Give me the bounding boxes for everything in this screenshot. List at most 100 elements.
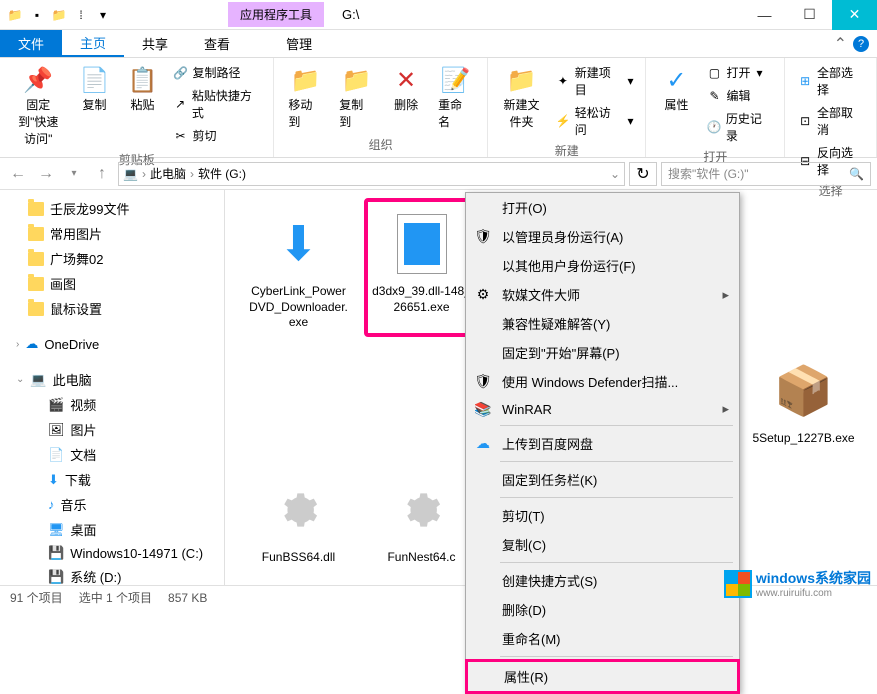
windows-logo-icon <box>724 570 752 598</box>
breadcrumb-dropdown-icon[interactable]: ⌄ <box>610 167 620 181</box>
ctx-open[interactable]: 打开(O) <box>466 193 739 222</box>
ctx-properties[interactable]: 属性(R) <box>465 659 740 694</box>
back-button[interactable]: ← <box>6 162 30 186</box>
paste-shortcut-button[interactable]: ↗粘贴快捷方式 <box>168 85 265 123</box>
ribbon-collapse-icon[interactable]: ⌃ <box>834 34 847 54</box>
select-none-button[interactable]: ⊡全部取消 <box>793 102 868 140</box>
help-icon[interactable]: ? <box>853 36 869 52</box>
cut-button[interactable]: ✂剪切 <box>168 125 265 146</box>
contextual-tab-label: 应用程序工具 <box>228 2 324 27</box>
sidebar-documents[interactable]: 📄文档 <box>0 442 224 467</box>
watermark-name: windows系统家园 <box>756 568 871 588</box>
ctx-copy[interactable]: 复制(C) <box>466 530 739 559</box>
file-item[interactable]: FunBSS64.dll <box>241 464 356 572</box>
new-item-button[interactable]: ✦新建项目▾ <box>551 62 637 100</box>
sidebar: 壬辰龙99文件 常用图片 广场舞02 画图 鼠标设置 ›☁OneDrive ⌄💻… <box>0 190 225 585</box>
breadcrumb[interactable]: 💻 › 此电脑 › 软件 (G:) ⌄ <box>118 162 625 186</box>
ctx-separator <box>500 497 733 498</box>
close-button[interactable]: ✕ <box>832 0 877 30</box>
history-icon: 🕐 <box>706 119 721 135</box>
sidebar-drive-c[interactable]: 💾Windows10-14971 (C:) <box>0 542 224 564</box>
breadcrumb-current[interactable]: 软件 (G:) <box>198 165 246 182</box>
status-size: 857 KB <box>168 591 207 605</box>
file-label: CyberLink_PowerDVD_Downloader.exe <box>247 284 350 331</box>
sidebar-onedrive[interactable]: ›☁OneDrive <box>0 333 224 355</box>
sidebar-folder[interactable]: 鼠标设置 <box>0 296 224 321</box>
sidebar-folder[interactable]: 壬辰龙99文件 <box>0 196 224 221</box>
up-button[interactable]: ↑ <box>90 162 114 186</box>
sidebar-pictures[interactable]: 🖼图片 <box>0 417 224 442</box>
select-all-button[interactable]: ⊞全部选择 <box>793 62 868 100</box>
new-item-icon: ✦ <box>555 73 571 89</box>
copy-button[interactable]: 📄 复制 <box>72 62 116 115</box>
new-folder-button[interactable]: 📁 新建文件夹 <box>496 62 547 132</box>
rename-button[interactable]: 📝 重命名 <box>432 62 479 132</box>
chevron-icon: › <box>16 339 19 350</box>
ctx-cut[interactable]: 剪切(T) <box>466 501 739 530</box>
ctx-shortcut[interactable]: 创建快捷方式(S) <box>466 566 739 595</box>
app-icon: 📁 <box>6 6 24 24</box>
sidebar-folder[interactable]: 画图 <box>0 271 224 296</box>
file-item[interactable]: 📦 5Setup_1227B.exe <box>746 345 861 453</box>
tab-home[interactable]: 主页 <box>62 30 124 57</box>
ctx-rename[interactable]: 重命名(M) <box>466 624 739 653</box>
history-button[interactable]: 🕐历史记录 <box>702 108 776 146</box>
copy-path-button[interactable]: 🔗复制路径 <box>168 62 265 83</box>
desktop-icon: 🖥 <box>48 522 65 538</box>
sidebar-drive-d[interactable]: 💾系统 (D:) <box>0 564 224 585</box>
move-to-button[interactable]: 📁 移动到 <box>282 62 329 132</box>
file-item[interactable]: FunNest64.c <box>364 464 479 572</box>
copy-to-button[interactable]: 📁 复制到 <box>333 62 380 132</box>
sidebar-this-pc[interactable]: ⌄💻此电脑 <box>0 367 224 392</box>
file-item[interactable]: ⬇ CyberLink_PowerDVD_Downloader.exe <box>241 198 356 337</box>
pc-icon: 💻 <box>123 167 138 181</box>
submenu-arrow-icon: ▸ <box>722 401 729 417</box>
tab-file[interactable]: 文件 <box>0 30 62 57</box>
tab-manage[interactable]: 管理 <box>268 30 330 57</box>
ctx-winrar[interactable]: 📚WinRAR▸ <box>466 396 739 422</box>
qa-dropdown[interactable]: ▾ <box>94 6 112 24</box>
delete-button[interactable]: ✕ 删除 <box>384 62 428 115</box>
group-organize-label: 组织 <box>282 134 479 153</box>
sidebar-desktop[interactable]: 🖥桌面 <box>0 517 224 542</box>
ctx-defender[interactable]: 🛡使用 Windows Defender扫描... <box>466 367 739 396</box>
file-item-selected[interactable]: d3dx9_39.dll-148_26651.exe <box>364 198 479 337</box>
maximize-button[interactable]: ☐ <box>787 0 832 30</box>
sidebar-folder[interactable]: 常用图片 <box>0 221 224 246</box>
edit-button[interactable]: ✎编辑 <box>702 85 776 106</box>
qa-icon-2[interactable]: 📁 <box>50 6 68 24</box>
search-icon[interactable]: 🔍 <box>849 167 864 181</box>
ctx-compat[interactable]: 兼容性疑难解答(Y) <box>466 309 739 338</box>
tab-share[interactable]: 共享 <box>124 30 186 57</box>
sidebar-downloads[interactable]: ⬇下载 <box>0 467 224 492</box>
search-input[interactable]: 搜索"软件 (G:)" 🔍 <box>661 162 871 186</box>
properties-icon: ✓ <box>660 64 692 96</box>
sidebar-video[interactable]: 🎬视频 <box>0 392 224 417</box>
box-icon: 📦 <box>764 351 844 431</box>
ctx-baidu[interactable]: ☁上传到百度网盘 <box>466 429 739 458</box>
file-label: d3dx9_39.dll-148_26651.exe <box>370 284 473 315</box>
forward-button[interactable]: → <box>34 162 58 186</box>
sidebar-folder[interactable]: 广场舞02 <box>0 246 224 271</box>
breadcrumb-root[interactable]: 此电脑 <box>150 165 186 182</box>
ctx-delete[interactable]: 删除(D) <box>466 595 739 624</box>
ctx-pin-taskbar[interactable]: 固定到任务栏(K) <box>466 465 739 494</box>
sidebar-music[interactable]: ♪音乐 <box>0 492 224 517</box>
rename-icon: 📝 <box>440 64 472 96</box>
ctx-ruanmei[interactable]: ⚙软媒文件大师▸ <box>466 280 739 309</box>
tool-icon: ⚙ <box>474 286 492 304</box>
pin-button[interactable]: 📌 固定到"快速访问" <box>8 62 68 149</box>
properties-button[interactable]: ✓ 属性 <box>654 62 698 115</box>
move-icon: 📁 <box>290 64 322 96</box>
easy-access-button[interactable]: ⚡轻松访问▾ <box>551 102 637 140</box>
paste-button[interactable]: 📋 粘贴 <box>120 62 164 115</box>
refresh-button[interactable]: ↻ <box>629 162 657 186</box>
ctx-run-admin[interactable]: 🛡以管理员身份运行(A) <box>466 222 739 251</box>
ctx-run-other[interactable]: 以其他用户身份运行(F) <box>466 251 739 280</box>
qa-icon-1[interactable]: ▪ <box>28 6 46 24</box>
minimize-button[interactable]: — <box>742 0 787 30</box>
open-button[interactable]: ▢打开▾ <box>702 62 776 83</box>
tab-view[interactable]: 查看 <box>186 30 248 57</box>
ctx-pin-start[interactable]: 固定到"开始"屏幕(P) <box>466 338 739 367</box>
recent-button[interactable]: ▾ <box>62 162 86 186</box>
